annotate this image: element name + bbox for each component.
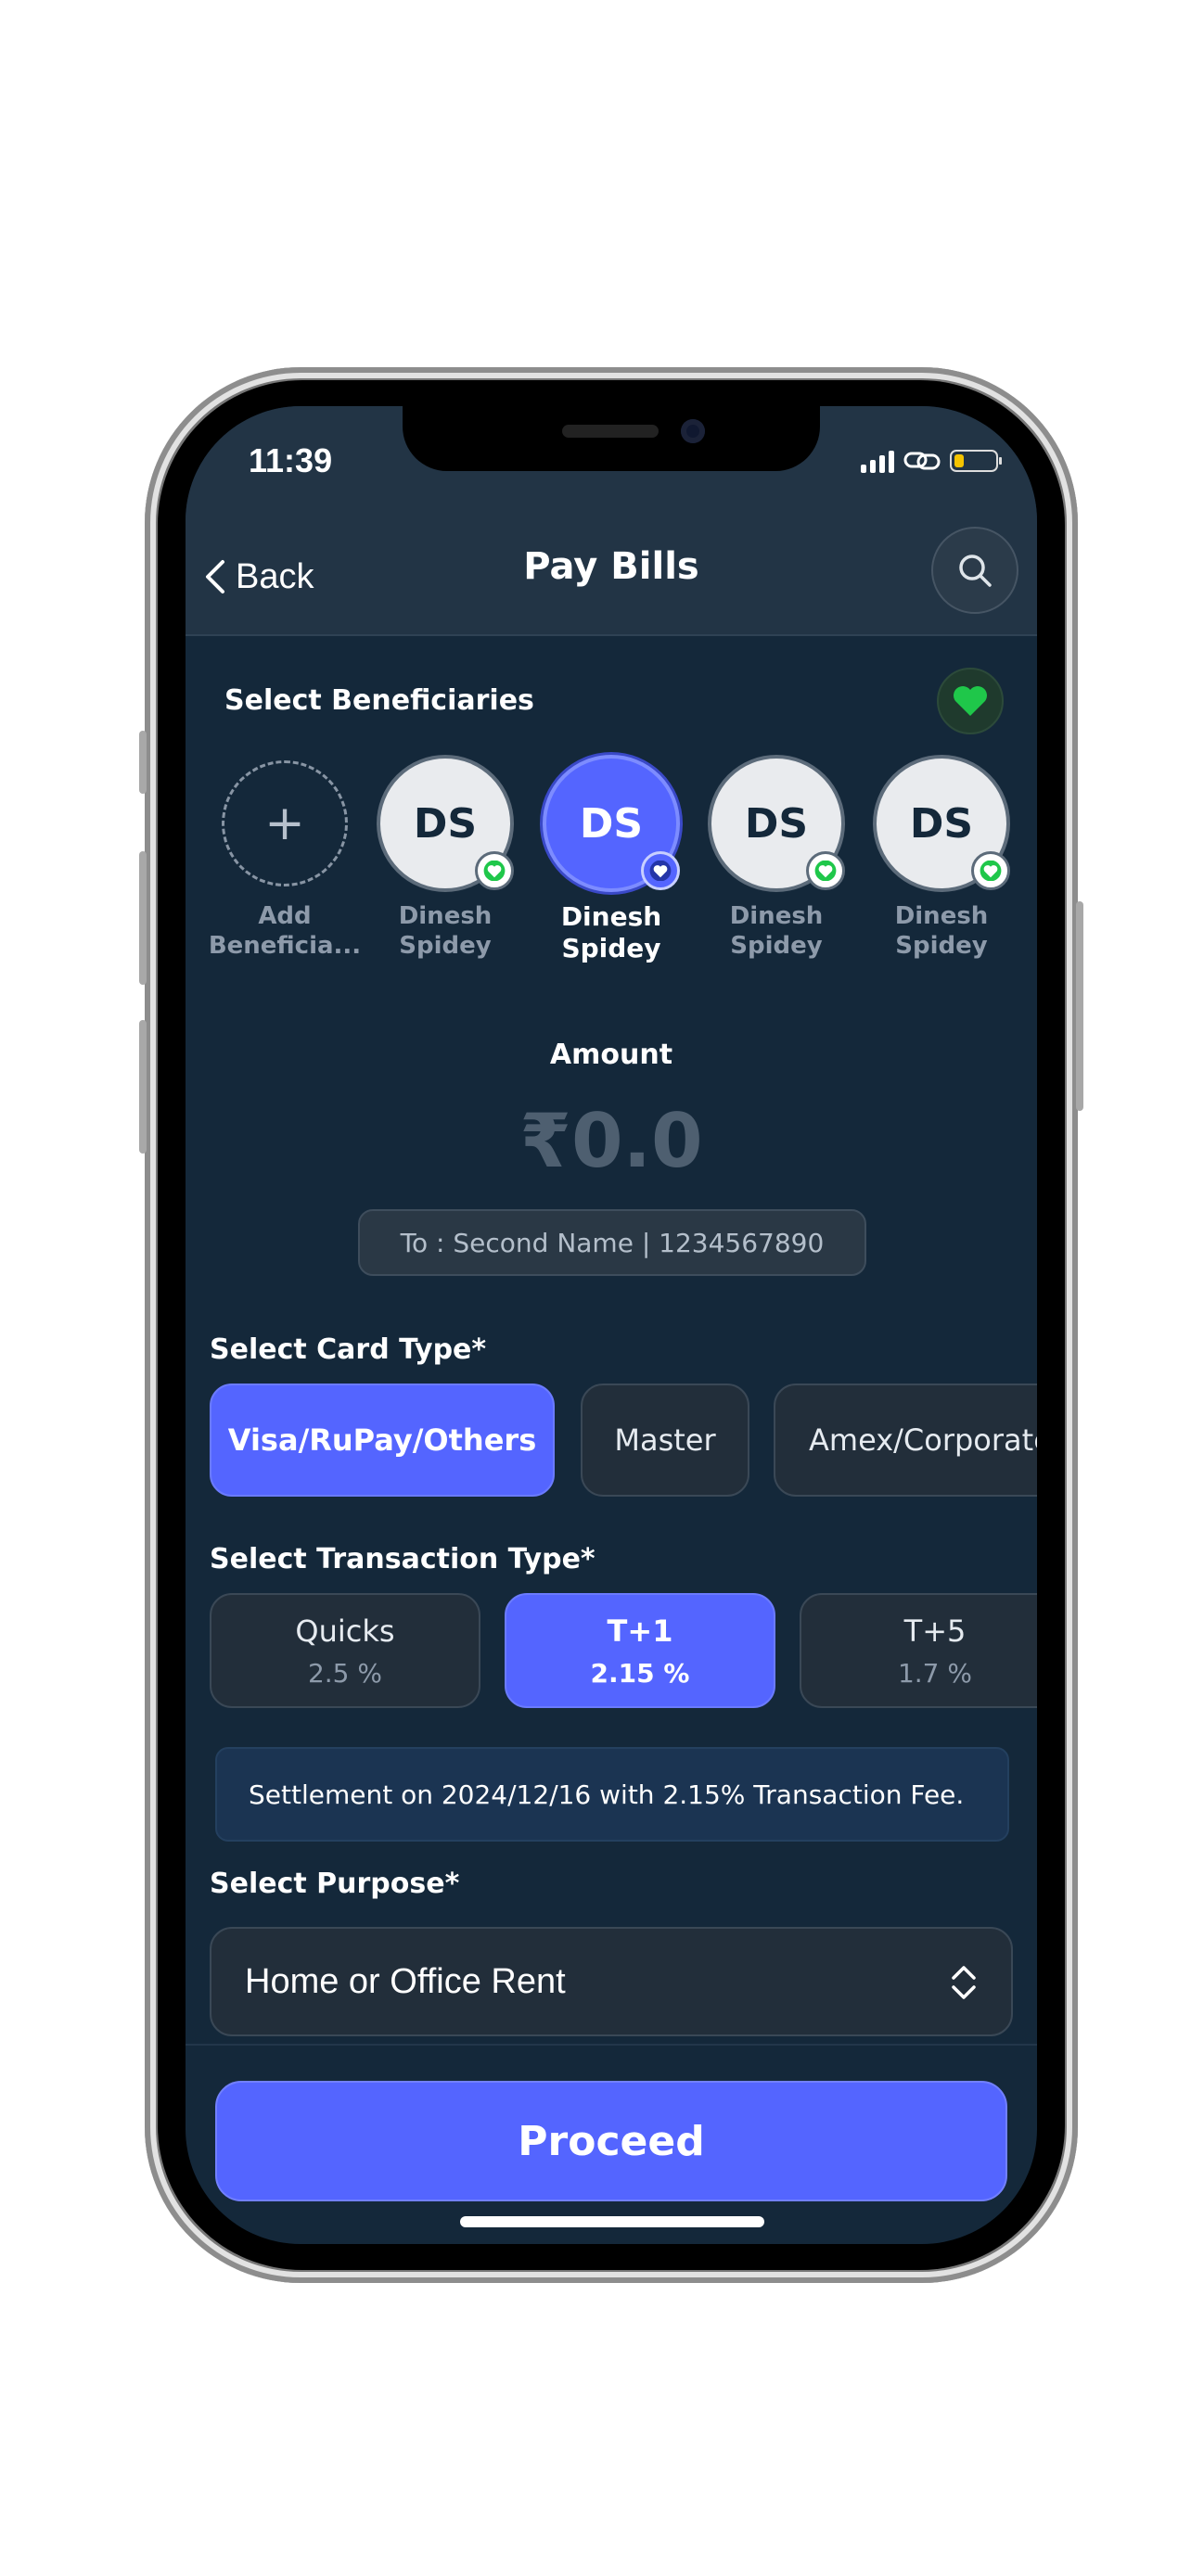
transaction-fee: 1.7 % — [897, 1657, 973, 1689]
transaction-type-title: Select Transaction Type* — [210, 1543, 596, 1575]
avatar-initials: DS — [579, 799, 644, 848]
heart-icon — [483, 861, 506, 881]
amount-input[interactable]: ₹0.0 — [186, 1098, 1037, 1184]
beneficiaries-title: Select Beneficiaries — [224, 684, 534, 717]
card-type-title: Select Card Type* — [210, 1333, 487, 1366]
beneficiary-name: Dinesh Spidey — [398, 902, 493, 960]
purpose-title: Select Purpose* — [210, 1868, 460, 1900]
transaction-type-options: Quicks 2.5 % T+1 2.15 % T+5 1.7 % — [210, 1593, 1037, 1708]
chevron-updown-icon — [952, 1966, 976, 1999]
avatar: DS — [873, 755, 1010, 892]
transaction-option-quicks[interactable]: Quicks 2.5 % — [210, 1593, 480, 1708]
heart-icon — [814, 861, 837, 881]
camera — [681, 419, 705, 443]
page-title: Pay Bills — [523, 545, 699, 588]
card-type-amex[interactable]: Amex/Corporate — [774, 1384, 1037, 1497]
app-screen: 11:39 Back Pay Bills Select Beneficiarie… — [186, 406, 1037, 2244]
transaction-label: Quicks — [295, 1613, 395, 1649]
beneficiary-item[interactable]: DS Dinesh Spidey — [366, 755, 524, 961]
beneficiary-name: Dinesh Spidey — [560, 901, 662, 963]
heart-icon — [649, 861, 672, 881]
volume-up-button — [139, 851, 147, 985]
speaker — [562, 425, 659, 438]
beneficiary-item-selected[interactable]: DS Dinesh Spidey — [532, 755, 690, 964]
heart-icon — [980, 861, 1002, 881]
transaction-fee: 2.15 % — [590, 1657, 690, 1689]
card-type-visa[interactable]: Visa/RuPay/Others — [210, 1384, 555, 1497]
link-icon — [903, 452, 941, 470]
avatar: DS — [543, 755, 680, 892]
home-indicator[interactable] — [460, 2216, 764, 2227]
proceed-button[interactable]: Proceed — [215, 2081, 1007, 2201]
add-beneficiary[interactable]: + Add Beneficia... — [206, 755, 364, 961]
recipient-pill: To : Second Name | 1234567890 — [358, 1209, 866, 1276]
avatar: DS — [377, 755, 514, 892]
avatar-initials: DS — [909, 799, 974, 848]
volume-down-button — [139, 1020, 147, 1154]
purpose-value: Home or Office Rent — [245, 1961, 566, 2001]
transaction-label: T+5 — [903, 1613, 967, 1649]
avatar-initials: DS — [744, 799, 809, 848]
beneficiary-name: Dinesh Spidey — [894, 902, 989, 960]
battery-icon — [950, 450, 1002, 472]
beneficiary-name: Dinesh Spidey — [729, 902, 824, 960]
plus-icon: + — [222, 760, 348, 886]
favorite-badge — [971, 851, 1010, 890]
search-icon — [959, 555, 992, 587]
signal-icon — [861, 449, 894, 473]
transaction-fee: 2.5 % — [307, 1657, 383, 1689]
avatar-initials: DS — [413, 799, 478, 848]
heart-icon — [954, 686, 987, 716]
amount-label: Amount — [549, 1039, 673, 1071]
footer-divider — [186, 2044, 1037, 2046]
power-button — [1076, 901, 1083, 1111]
transaction-label: T+1 — [607, 1613, 673, 1649]
avatar: DS — [708, 755, 845, 892]
beneficiary-item[interactable]: DS Dinesh Spidey — [863, 755, 1020, 961]
favorite-badge — [641, 851, 680, 890]
transaction-option-t5[interactable]: T+5 1.7 % — [800, 1593, 1037, 1708]
favorite-badge — [475, 851, 514, 890]
transaction-option-t1[interactable]: T+1 2.15 % — [505, 1593, 775, 1708]
notch — [403, 406, 820, 471]
search-button[interactable] — [931, 527, 1018, 614]
mute-switch — [139, 731, 147, 794]
settlement-note: Settlement on 2024/12/16 with 2.15% Tran… — [215, 1747, 1009, 1842]
card-type-options: Visa/RuPay/Others Master Amex/Corporate — [210, 1384, 1037, 1497]
favorite-badge — [806, 851, 845, 890]
purpose-select[interactable]: Home or Office Rent — [210, 1927, 1013, 2036]
status-time: 11:39 — [249, 441, 333, 479]
favorites-button[interactable] — [937, 668, 1004, 734]
card-type-master[interactable]: Master — [581, 1384, 749, 1497]
header-divider — [186, 634, 1037, 636]
add-beneficiary-label: Add Beneficia... — [208, 902, 362, 960]
status-icons — [861, 445, 1002, 477]
beneficiary-list: + Add Beneficia... DS Dinesh Spidey DS D… — [186, 755, 1037, 987]
beneficiary-item[interactable]: DS Dinesh Spidey — [698, 755, 855, 961]
